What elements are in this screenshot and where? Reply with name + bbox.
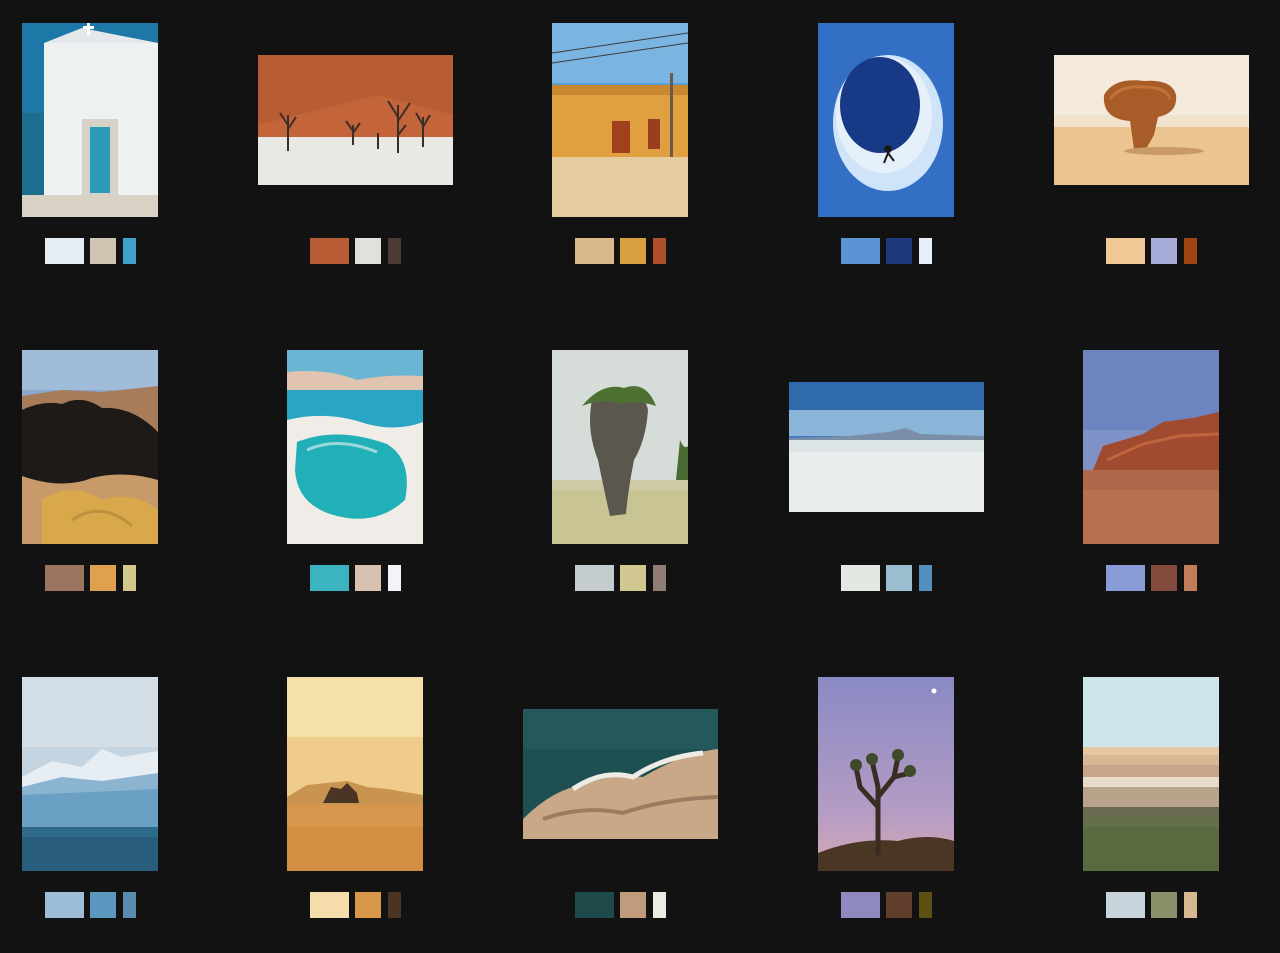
red-canyon-icon (1083, 350, 1219, 544)
coastal-rocks-aerial-icon (523, 709, 718, 839)
color-swatch[interactable] (123, 892, 136, 918)
rock-formation-desert-icon (1054, 55, 1249, 185)
palette-row (310, 892, 402, 918)
color-swatch[interactable] (90, 238, 116, 264)
color-swatch[interactable] (388, 892, 401, 918)
color-swatch[interactable] (1106, 238, 1145, 264)
color-swatch[interactable] (1184, 892, 1197, 918)
color-swatch[interactable] (620, 238, 646, 264)
color-swatch[interactable] (1106, 892, 1145, 918)
photo-volcanic-rock[interactable] (22, 350, 158, 544)
photo-hazy-desert[interactable] (287, 677, 423, 871)
palette-row (45, 565, 137, 591)
color-swatch[interactable] (123, 565, 136, 591)
color-swatch[interactable] (886, 565, 912, 591)
color-swatch[interactable] (310, 892, 349, 918)
color-swatch[interactable] (355, 892, 381, 918)
photo-ice-cave-climber[interactable] (818, 23, 954, 217)
color-swatch[interactable] (919, 892, 932, 918)
color-swatch[interactable] (653, 892, 666, 918)
palette-row (45, 892, 137, 918)
color-swatch[interactable] (45, 892, 84, 918)
ice-cave-climber-icon (818, 23, 954, 217)
color-swatch[interactable] (1184, 565, 1197, 591)
color-swatch[interactable] (841, 565, 880, 591)
photo-yellow-building[interactable] (552, 23, 688, 217)
color-swatch[interactable] (919, 238, 932, 264)
color-swatch[interactable] (123, 238, 136, 264)
photo-red-canyon[interactable] (1083, 350, 1219, 544)
color-swatch[interactable] (919, 565, 932, 591)
color-swatch[interactable] (310, 565, 349, 591)
color-swatch[interactable] (90, 565, 116, 591)
color-swatch[interactable] (310, 238, 349, 264)
color-swatch[interactable] (575, 565, 614, 591)
color-swatch[interactable] (841, 892, 880, 918)
color-swatch[interactable] (575, 238, 614, 264)
color-swatch[interactable] (90, 892, 116, 918)
color-swatch[interactable] (388, 565, 401, 591)
palette-row (575, 892, 667, 918)
palette-gallery (0, 0, 1280, 953)
photo-salt-flat[interactable] (789, 382, 984, 512)
palette-row (1106, 892, 1198, 918)
palette-row (575, 238, 667, 264)
color-swatch[interactable] (620, 565, 646, 591)
color-swatch[interactable] (1151, 238, 1177, 264)
color-swatch[interactable] (653, 238, 666, 264)
color-swatch[interactable] (355, 565, 381, 591)
turquoise-pool-icon (287, 350, 423, 544)
hazy-desert-icon (287, 677, 423, 871)
white-chapel-icon (22, 23, 158, 217)
photo-white-chapel[interactable] (22, 23, 158, 217)
color-swatch[interactable] (653, 565, 666, 591)
yellow-building-icon (552, 23, 688, 217)
photo-dead-trees-dune[interactable] (258, 55, 453, 185)
color-swatch[interactable] (45, 238, 84, 264)
sea-stack-island-icon (552, 350, 688, 544)
photo-joshua-tree[interactable] (818, 677, 954, 871)
photo-coastal-rocks-aerial[interactable] (523, 709, 718, 839)
palette-row (841, 238, 933, 264)
joshua-tree-icon (818, 677, 954, 871)
layered-landscape-icon (1083, 677, 1219, 871)
photo-rock-formation-desert[interactable] (1054, 55, 1249, 185)
color-swatch[interactable] (1151, 565, 1177, 591)
color-swatch[interactable] (1106, 565, 1145, 591)
color-swatch[interactable] (45, 565, 84, 591)
photo-sea-stack-island[interactable] (552, 350, 688, 544)
color-swatch[interactable] (886, 238, 912, 264)
photo-layered-landscape[interactable] (1083, 677, 1219, 871)
palette-row (841, 892, 933, 918)
palette-row (310, 238, 402, 264)
color-swatch[interactable] (575, 892, 614, 918)
photo-turquoise-pool[interactable] (287, 350, 423, 544)
dead-trees-dune-icon (258, 55, 453, 185)
photo-glacier[interactable] (22, 677, 158, 871)
color-swatch[interactable] (388, 238, 401, 264)
palette-row (1106, 238, 1198, 264)
palette-row (310, 565, 402, 591)
palette-row (1106, 565, 1198, 591)
color-swatch[interactable] (886, 892, 912, 918)
palette-row (841, 565, 933, 591)
color-swatch[interactable] (620, 892, 646, 918)
color-swatch[interactable] (1151, 892, 1177, 918)
palette-row (45, 238, 137, 264)
glacier-icon (22, 677, 158, 871)
color-swatch[interactable] (841, 238, 880, 264)
palette-row (575, 565, 667, 591)
salt-flat-icon (789, 382, 984, 512)
volcanic-rock-icon (22, 350, 158, 544)
color-swatch[interactable] (1184, 238, 1197, 264)
color-swatch[interactable] (355, 238, 381, 264)
